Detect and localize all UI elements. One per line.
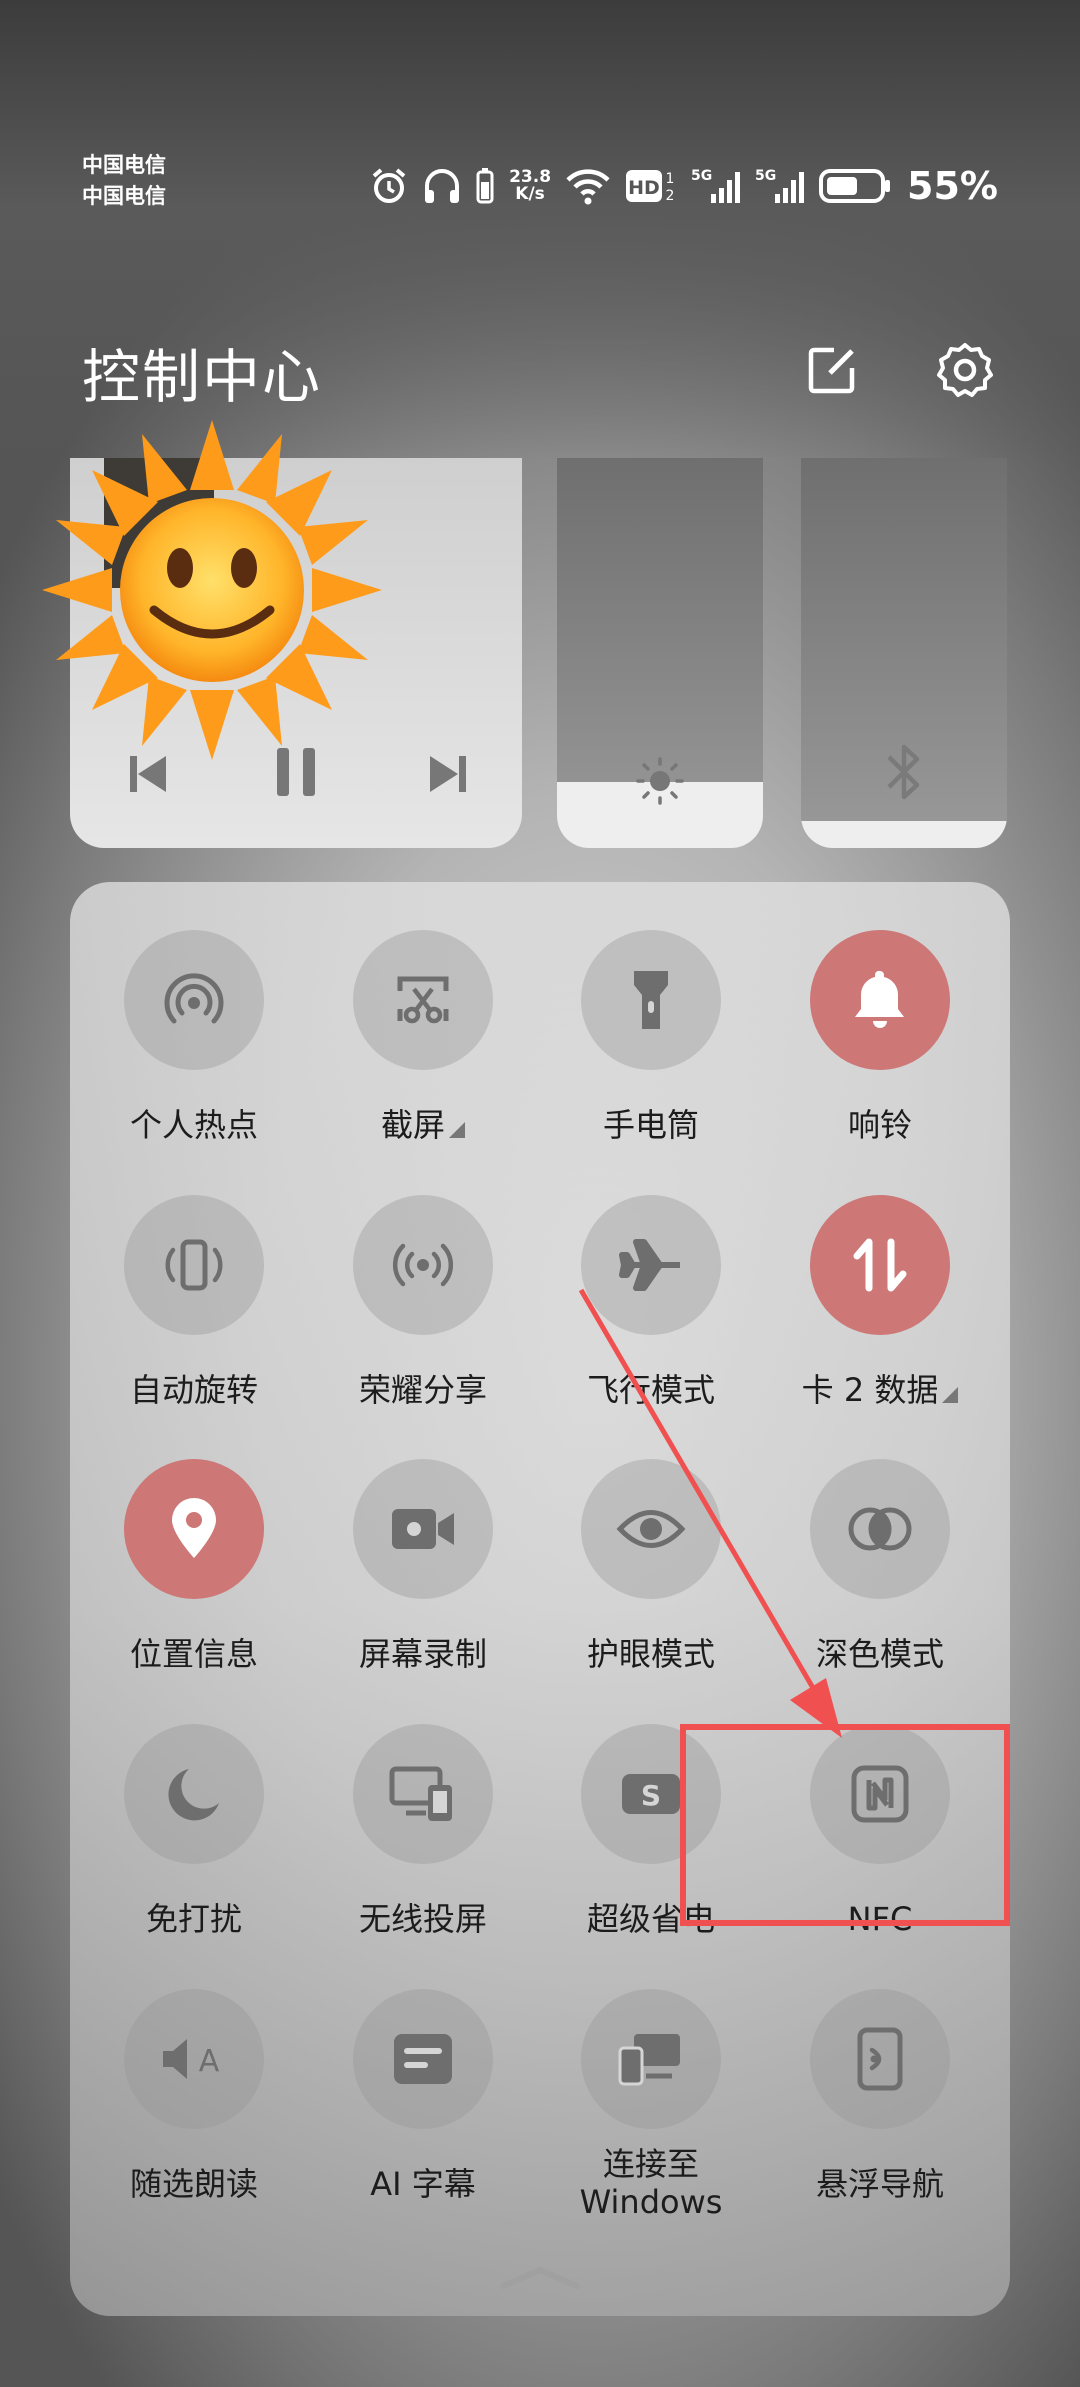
nfc-highlight-box [680,1724,1010,1926]
annotation-arrow [578,1288,842,1738]
